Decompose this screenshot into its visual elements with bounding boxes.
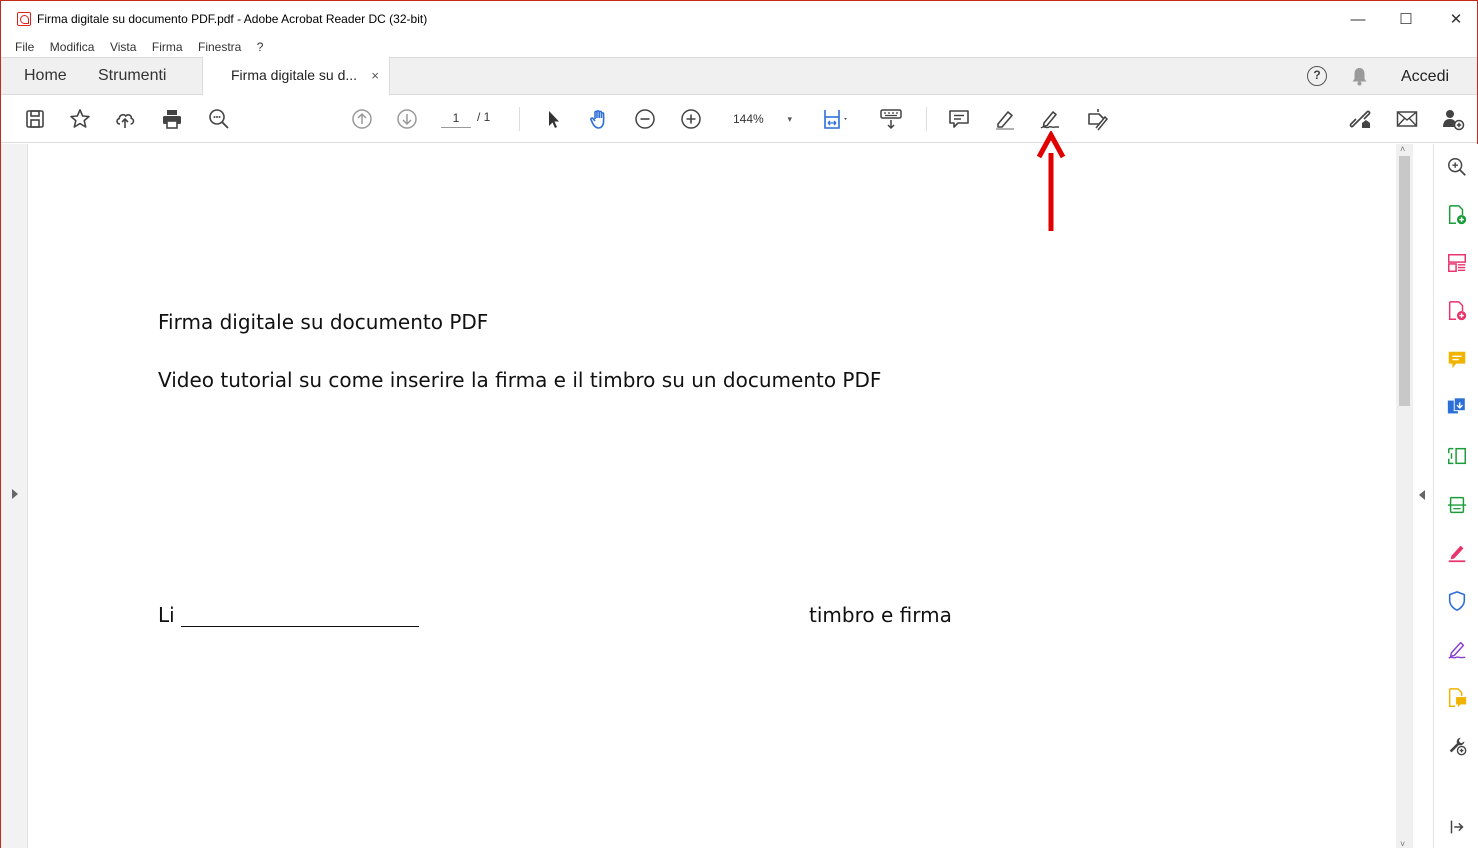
fill-sign-tool-icon[interactable] [1445,541,1469,565]
tab-home[interactable]: Home [24,58,67,95]
bookmark-star-icon[interactable] [66,105,94,133]
signin-button[interactable]: Accedi [1401,58,1449,95]
place-line [181,626,419,627]
comment-tool-icon[interactable] [1445,348,1469,372]
tools-pane [1433,144,1478,848]
stamp-signature-label: timbro e firma [809,603,952,627]
scan-ocr-icon[interactable] [1445,493,1469,517]
vertical-scrollbar[interactable]: ˄ ˅ [1396,144,1413,848]
menu-modifica[interactable]: Modifica [50,37,95,57]
zoom-out-icon[interactable] [631,105,659,133]
document-view[interactable] [28,144,1396,848]
acrobat-window: Firma digitale su documento PDF.pdf - Ad… [0,0,1478,848]
menu-firma[interactable]: Firma [152,37,183,57]
comment-icon[interactable] [945,105,973,133]
fill-sign-icon[interactable] [1083,105,1111,133]
zoom-value: 144% [733,112,764,126]
send-for-comments-icon[interactable] [1445,686,1469,710]
tab-document[interactable]: Firma digitale su d... × [202,57,390,96]
page-number-input[interactable]: 1 [441,109,471,128]
select-arrow-icon[interactable] [539,105,567,133]
right-pane-toggle-area [1413,144,1433,848]
toolbar-divider [519,107,520,131]
tab-document-label: Firma digitale su d... [231,67,358,83]
expand-left-pane-icon[interactable] [12,489,18,499]
menu-vista[interactable]: Vista [110,37,136,57]
window-title: Firma digitale su documento PDF.pdf - Ad… [37,12,428,26]
chevron-down-icon: ▾ [787,114,792,124]
menu-finestra[interactable]: Finestra [198,37,241,57]
find-zoom-icon[interactable] [205,105,233,133]
place-label: Li [158,603,175,627]
document-heading: Firma digitale su documento PDF [158,310,489,334]
menu-bar: File Modifica Vista Firma Finestra ? [1,37,1477,57]
close-tab-icon[interactable]: × [371,57,379,94]
toolbar-divider [926,107,927,131]
tab-tools[interactable]: Strumenti [98,58,166,95]
add-user-icon[interactable] [1439,105,1467,133]
left-navigation-pane [1,144,28,848]
scroll-thumb[interactable] [1399,156,1410,406]
edit-pdf-icon[interactable] [1445,444,1469,468]
email-icon[interactable] [1393,105,1421,133]
organize-pages-icon[interactable] [1445,251,1469,275]
page-total: / 1 [477,110,491,124]
maximize-button[interactable]: ☐ [1383,7,1429,33]
document-subtitle: Video tutorial su come inserire la firma… [158,368,882,392]
combine-files-icon[interactable] [1445,299,1469,323]
close-window-button[interactable]: ✕ [1433,7,1478,33]
zoom-select[interactable]: 144% ▾ [726,107,798,131]
notification-bell-icon[interactable] [1351,67,1368,86]
hand-icon[interactable] [585,105,613,133]
share-link-icon[interactable] [1346,105,1374,133]
collapse-right-pane-icon[interactable] [1419,490,1425,500]
upload-cloud-icon[interactable] [111,105,139,133]
protect-shield-icon[interactable] [1445,589,1469,613]
print-icon[interactable] [158,105,186,133]
help-icon[interactable]: ? [1307,66,1327,86]
scroll-down-icon[interactable]: ˅ [1400,839,1405,848]
next-page-icon[interactable] [393,105,421,133]
acrobat-logo-icon [17,12,31,26]
save-icon[interactable] [21,105,49,133]
highlight-pen-icon[interactable] [991,105,1019,133]
zoom-in-icon[interactable] [677,105,705,133]
export-pdf-icon[interactable] [1445,395,1469,419]
collapse-tools-pane-icon[interactable] [1445,815,1469,839]
menu-file[interactable]: File [15,37,34,57]
tab-bar: Home Strumenti Firma digitale su d... × … [1,57,1477,96]
menu-help[interactable]: ? [257,37,264,57]
scroll-up-icon[interactable]: ˄ [1400,144,1405,154]
fit-page-icon[interactable] [816,105,856,133]
sign-pen-icon[interactable] [1036,105,1064,133]
more-tools-icon[interactable] [1445,734,1469,758]
minimize-button[interactable]: — [1335,7,1381,33]
enhance-zoom-icon[interactable] [1445,155,1469,179]
request-signature-icon[interactable] [1445,638,1469,662]
title-bar: Firma digitale su documento PDF.pdf - Ad… [1,1,1477,37]
toolbar: 1 / 1 144% ▾ [1,95,1477,143]
create-pdf-icon[interactable] [1445,203,1469,227]
keyboard-scroll-icon[interactable] [877,105,905,133]
annotation-arrow-icon [1036,131,1066,231]
prev-page-icon[interactable] [348,105,376,133]
